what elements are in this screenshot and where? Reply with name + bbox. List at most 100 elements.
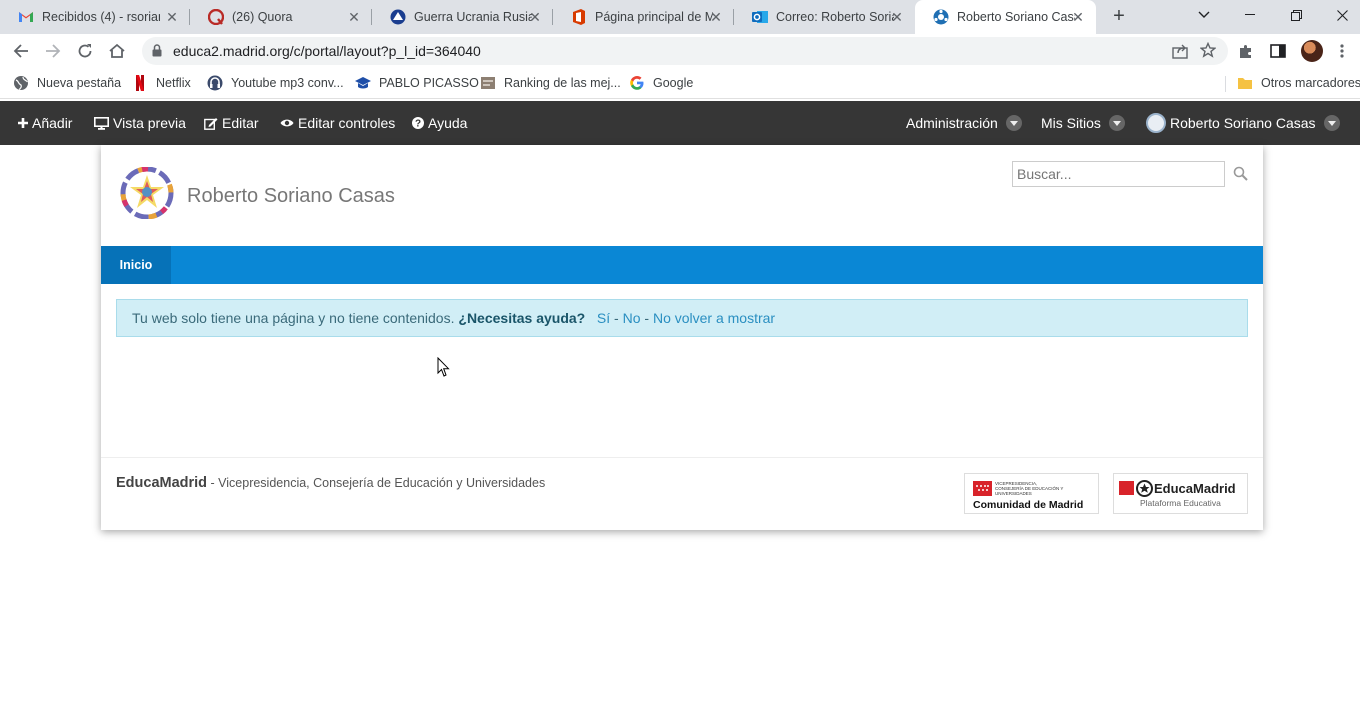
preview-label: Vista previa [113, 115, 186, 131]
tab-title: (26) Quora [232, 10, 293, 24]
help-label: Ayuda [428, 115, 468, 131]
share-icon[interactable] [1172, 43, 1188, 64]
site-title[interactable]: Roberto Soriano Casas [187, 185, 395, 208]
browser-tab-strip: Recibidos (4) - rsorian ✕ (26) Quora ✕ G… [0, 0, 1360, 34]
edit-pencil-icon [204, 117, 218, 130]
alert-never-link[interactable]: No volver a mostrar [653, 310, 775, 326]
add-button[interactable]: Añadir [18, 101, 72, 145]
plus-icon [18, 118, 28, 128]
bookmark-netflix[interactable]: Netflix [132, 74, 191, 92]
bookmark-other-folder[interactable]: Otros marcadores [1237, 74, 1360, 92]
tab-title: Correo: Roberto Soria [776, 10, 894, 24]
question-circle-icon: ? [412, 117, 424, 129]
page-icon [480, 75, 496, 91]
home-icon[interactable] [105, 39, 129, 63]
bookmarks-bar: Nueva pestaña Netflix Youtube mp3 conv..… [0, 68, 1360, 99]
close-icon[interactable]: ✕ [164, 9, 180, 25]
address-bar[interactable]: educa2.madrid.org/c/portal/layout?p_l_id… [142, 37, 1228, 65]
edit-button[interactable]: Editar [204, 101, 259, 145]
educamadrid-emblem-icon [1136, 480, 1153, 497]
alert-text: Tu web solo tiene una página y no tiene … [132, 310, 455, 326]
minimize-button[interactable] [1227, 0, 1273, 30]
caret-down-icon [1323, 115, 1340, 131]
monitor-icon [94, 116, 109, 130]
caret-down-icon [1108, 115, 1125, 131]
tab-outlook[interactable]: Correo: Roberto Soria ✕ [734, 0, 915, 34]
administration-menu[interactable]: Administración [906, 101, 1022, 145]
close-icon[interactable]: ✕ [889, 9, 905, 25]
chrome-menu-icon[interactable] [1331, 40, 1353, 62]
close-window-button[interactable] [1319, 0, 1360, 30]
bookmark-pablo-picasso[interactable]: PABLO PICASSO [355, 74, 479, 92]
bookmark-ranking[interactable]: Ranking de las mej... [480, 74, 621, 92]
bookmark-star-icon[interactable] [1199, 41, 1217, 63]
close-icon[interactable]: ✕ [346, 9, 362, 25]
bookmark-youtube-mp3[interactable]: Youtube mp3 conv... [207, 74, 344, 92]
bookmark-label: PABLO PICASSO [379, 76, 479, 90]
side-panel-icon[interactable] [1267, 40, 1289, 62]
edit-controls-button[interactable]: Editar controles [280, 101, 395, 145]
edit-label: Editar [222, 115, 259, 131]
bookmark-google[interactable]: Google [629, 74, 693, 92]
extensions-puzzle-icon[interactable] [1235, 40, 1257, 62]
netflix-icon [132, 75, 148, 91]
site-logo[interactable] [120, 167, 176, 219]
user-avatar [1146, 113, 1166, 133]
help-button[interactable]: ? Ayuda [412, 101, 467, 145]
tab-office[interactable]: Página principal de M ✕ [553, 0, 734, 34]
close-icon[interactable]: ✕ [708, 9, 724, 25]
caret-down-icon [1005, 115, 1022, 131]
alert-question: ¿Necesitas ayuda? [458, 310, 586, 326]
nav-item-inicio[interactable]: Inicio [101, 246, 171, 284]
tab-title: Guerra Ucrania Rusia: [414, 10, 532, 24]
close-icon[interactable]: ✕ [527, 9, 543, 25]
logo2-name: EducaMadrid [1154, 481, 1236, 496]
educamadrid-logo[interactable]: EducaMadrid Plataforma Educativa [1113, 473, 1248, 514]
tab-guerra[interactable]: Guerra Ucrania Rusia: ✕ [372, 0, 553, 34]
svg-text:?: ? [415, 119, 421, 129]
alert-yes-link[interactable]: Sí [597, 310, 610, 326]
bookmark-nueva-pestana[interactable]: Nueva pestaña [13, 74, 121, 92]
eye-icon [280, 118, 294, 128]
alert-no-link[interactable]: No [623, 310, 641, 326]
url-text[interactable]: educa2.madrid.org/c/portal/layout?p_l_id… [173, 43, 481, 59]
site-search-input[interactable] [1012, 161, 1225, 187]
forward-arrow-icon[interactable] [41, 39, 65, 63]
outlook-icon [752, 9, 768, 25]
profile-avatar[interactable] [1301, 40, 1323, 62]
mortarboard-icon [355, 75, 371, 91]
user-name: Roberto Soriano Casas [1170, 115, 1316, 131]
tab-gmail[interactable]: Recibidos (4) - rsorian ✕ [0, 0, 190, 34]
search-icon[interactable] [1233, 166, 1249, 187]
back-arrow-icon[interactable] [9, 39, 33, 63]
footer-credits: EducaMadrid - Vicepresidencia, Consejerí… [116, 475, 545, 491]
bookmark-label: Nueva pestaña [37, 76, 122, 90]
youtube-mp3-icon [207, 75, 223, 91]
tab-quora[interactable]: (26) Quora ✕ [190, 0, 372, 34]
comunidad-madrid-logo[interactable]: VICEPRESIDENCIA, CONSEJERÍA DE EDUCACIÓN… [964, 473, 1099, 514]
madrid-flag-icon [1119, 481, 1134, 495]
my-sites-menu[interactable]: Mis Sitios [1041, 101, 1125, 145]
tab-active-site[interactable]: Roberto Soriano Casa ✕ [915, 0, 1096, 34]
site-navigation: Inicio [101, 246, 1263, 284]
tab-search-chevron-icon[interactable] [1181, 0, 1227, 30]
browser-toolbar: educa2.madrid.org/c/portal/layout?p_l_id… [0, 34, 1360, 68]
new-tab-button[interactable]: + [1108, 5, 1130, 27]
bookmark-label: Youtube mp3 conv... [231, 76, 344, 90]
gmail-icon [18, 9, 34, 25]
my-sites-label: Mis Sitios [1041, 115, 1101, 131]
google-icon [629, 75, 645, 91]
office-icon [571, 9, 587, 25]
add-label: Añadir [32, 115, 73, 131]
reload-icon[interactable] [73, 39, 97, 63]
globe-icon [13, 75, 29, 91]
logo1-small-text: VICEPRESIDENCIA, CONSEJERÍA DE EDUCACIÓN… [995, 481, 1064, 496]
preview-button[interactable]: Vista previa [94, 101, 186, 145]
restore-button[interactable] [1273, 0, 1319, 30]
liferay-icon [933, 9, 949, 25]
tab-title: Roberto Soriano Casa [957, 10, 1075, 24]
lock-icon[interactable] [152, 44, 162, 62]
user-menu[interactable]: Roberto Soriano Casas [1146, 101, 1340, 145]
close-icon[interactable]: ✕ [1070, 9, 1086, 25]
alert-separator: - [610, 310, 623, 326]
